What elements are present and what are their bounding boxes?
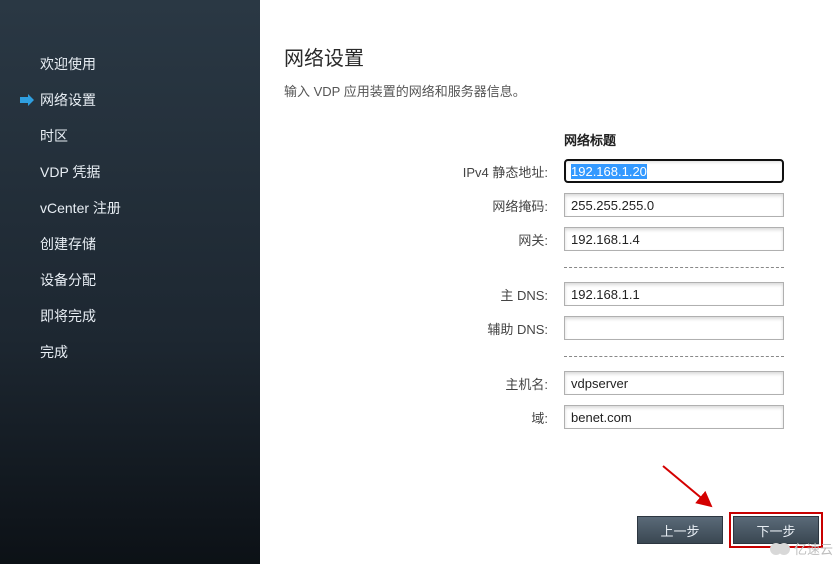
ipv4-input[interactable] (564, 159, 784, 183)
nav-label: vCenter 注册 (40, 198, 121, 218)
ipv4-label: IPv4 静态地址: (394, 162, 564, 181)
nav-label: 创建存储 (40, 234, 96, 254)
watermark-icon (770, 543, 790, 555)
page-description: 输入 VDP 应用装置的网络和服务器信息。 (284, 81, 815, 100)
nav-item-device[interactable]: 设备分配 (0, 262, 260, 298)
wizard-footer: 上一步 下一步 (637, 516, 819, 544)
nav-label: VDP 凭据 (40, 162, 100, 182)
secondary-dns-label: 辅助 DNS: (394, 319, 564, 338)
nav-item-ready[interactable]: 即将完成 (0, 298, 260, 334)
nav-label: 网络设置 (40, 90, 96, 110)
nav-label: 时区 (40, 126, 68, 146)
arrow-icon (20, 94, 40, 106)
network-form: 网络标题 IPv4 静态地址: 网络掩码: 网关: (394, 130, 815, 429)
main-panel: 网络设置 输入 VDP 应用装置的网络和服务器信息。 网络标题 IPv4 静态地… (260, 0, 839, 564)
nav-item-timezone[interactable]: 时区 (0, 118, 260, 154)
prev-button[interactable]: 上一步 (637, 516, 723, 544)
nav-label: 设备分配 (40, 270, 96, 290)
nav-item-vcenter[interactable]: vCenter 注册 (0, 190, 260, 226)
page-title: 网络设置 (284, 42, 815, 71)
wizard-sidebar: 欢迎使用 网络设置 时区 VDP 凭据 vCenter 注册 (0, 0, 260, 564)
netmask-input[interactable] (564, 193, 784, 217)
nav-label: 即将完成 (40, 306, 96, 326)
nav-item-storage[interactable]: 创建存储 (0, 226, 260, 262)
netmask-label: 网络掩码: (394, 196, 564, 215)
primary-dns-label: 主 DNS: (394, 285, 564, 304)
nav-item-complete[interactable]: 完成 (0, 334, 260, 370)
secondary-dns-input[interactable] (564, 316, 784, 340)
next-button[interactable]: 下一步 (733, 516, 819, 544)
separator (394, 261, 815, 268)
nav-label: 完成 (40, 342, 68, 362)
domain-label: 域: (394, 408, 564, 427)
separator (394, 350, 815, 357)
hostname-input[interactable] (564, 371, 784, 395)
column-header: 网络标题 (564, 130, 784, 149)
nav-item-network[interactable]: 网络设置 (0, 82, 260, 118)
window-root: 欢迎使用 网络设置 时区 VDP 凭据 vCenter 注册 (0, 0, 839, 564)
domain-input[interactable] (564, 405, 784, 429)
nav-item-welcome[interactable]: 欢迎使用 (0, 46, 260, 82)
nav-item-credentials[interactable]: VDP 凭据 (0, 154, 260, 190)
annotation-arrow-icon (659, 462, 719, 512)
gateway-input[interactable] (564, 227, 784, 251)
gateway-label: 网关: (394, 230, 564, 249)
hostname-label: 主机名: (394, 374, 564, 393)
primary-dns-input[interactable] (564, 282, 784, 306)
nav-label: 欢迎使用 (40, 54, 96, 74)
